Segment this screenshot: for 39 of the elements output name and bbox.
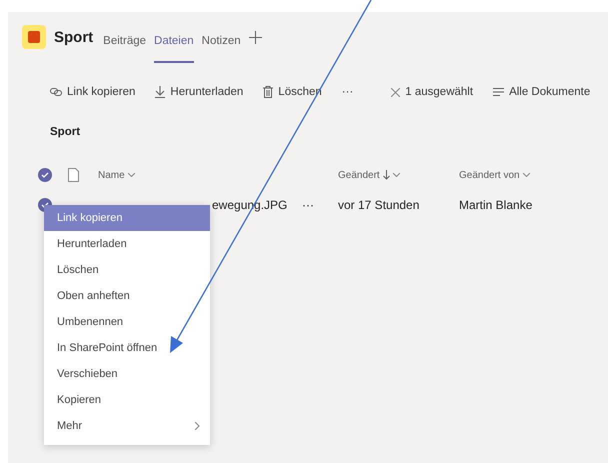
team-logo-icon bbox=[22, 25, 46, 49]
more-button[interactable]: ··· bbox=[302, 198, 314, 212]
team-name: Sport bbox=[54, 28, 94, 46]
download-icon bbox=[155, 86, 166, 98]
chevron-icon bbox=[522, 173, 530, 177]
menu-item[interactable]: Herunterladen bbox=[44, 231, 210, 257]
menu-item[interactable]: Oben anheften bbox=[44, 283, 210, 309]
menu-item[interactable]: Mehr bbox=[44, 413, 210, 439]
more-button[interactable]: ··· bbox=[342, 86, 354, 98]
view-selector[interactable]: Alle Dokumente bbox=[509, 86, 590, 98]
column-header[interactable]: Geändert von bbox=[459, 170, 579, 180]
menu-item[interactable]: Verschieben bbox=[44, 361, 210, 387]
menu-item[interactable]: In SharePoint öffnen bbox=[44, 335, 210, 361]
menu-item[interactable]: Link kopieren bbox=[44, 205, 210, 231]
column-header[interactable]: Geändert bbox=[338, 170, 459, 180]
close-icon[interactable] bbox=[391, 88, 400, 96]
toolbar-action[interactable]: Herunterladen bbox=[170, 86, 244, 98]
tab[interactable]: Notizen bbox=[202, 29, 241, 63]
selection-count: 1 ausgewählt bbox=[405, 86, 474, 98]
list-icon bbox=[493, 88, 504, 96]
tab[interactable]: Dateien bbox=[154, 29, 194, 63]
table-cell-text: Martin Blanke bbox=[459, 198, 534, 212]
menu-item[interactable]: Kopieren bbox=[44, 387, 210, 413]
menu-item[interactable]: Umbenennen bbox=[44, 309, 210, 335]
sort-arrow-icon bbox=[382, 170, 390, 180]
chevron-right-icon bbox=[195, 422, 200, 430]
chevron-icon bbox=[392, 173, 400, 177]
add-tab-icon[interactable] bbox=[248, 30, 262, 44]
file-icon bbox=[68, 168, 79, 182]
link-icon bbox=[50, 88, 62, 96]
menu-item[interactable]: Löschen bbox=[44, 257, 210, 283]
tab[interactable]: Beiträge bbox=[103, 29, 146, 63]
trash-icon bbox=[263, 86, 274, 98]
chevron-icon bbox=[128, 173, 135, 177]
table-cell-text: vor 17 Stunden bbox=[338, 198, 420, 212]
toolbar-action[interactable]: Link kopieren bbox=[67, 86, 136, 98]
breadcrumb: Sport bbox=[50, 126, 82, 138]
checkbox[interactable] bbox=[38, 168, 52, 182]
column-header[interactable]: Name bbox=[98, 170, 338, 180]
